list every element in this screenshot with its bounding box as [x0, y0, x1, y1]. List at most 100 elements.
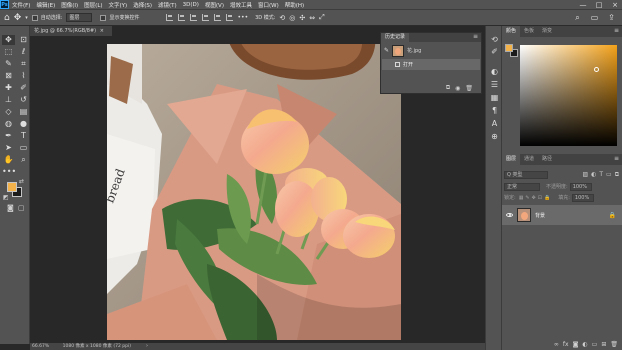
paragraph-icon[interactable]: ¶: [490, 106, 499, 115]
panel-menu-icon[interactable]: ≡: [614, 154, 619, 164]
fill-input[interactable]: 100%: [571, 193, 594, 202]
layer-kind-filter[interactable]: Q 类型: [504, 170, 548, 179]
menu-filter[interactable]: 滤镜(T): [155, 1, 180, 9]
healing-tool-icon[interactable]: ✚: [2, 83, 15, 93]
new-group-icon[interactable]: ▭: [592, 341, 598, 348]
swap-colors-icon[interactable]: ⇄: [19, 178, 24, 185]
smart-object-filter-icon[interactable]: ⧉: [615, 171, 619, 179]
menu-window[interactable]: 窗口(W): [255, 1, 282, 9]
align-center-icon[interactable]: [178, 14, 186, 21]
dodge-tool-icon[interactable]: ●: [17, 119, 30, 129]
camera-snapshot-icon[interactable]: ◉: [455, 85, 460, 92]
adjustment-layer-icon[interactable]: ◐: [582, 341, 587, 348]
history-panel-icon[interactable]: ⟲: [490, 35, 499, 44]
maximize-button[interactable]: □: [592, 0, 606, 9]
glyphs-icon[interactable]: ⊕: [490, 132, 499, 141]
menu-select[interactable]: 选择(S): [130, 1, 155, 9]
character-icon[interactable]: A: [490, 119, 499, 128]
history-brush-tool-icon[interactable]: ↺: [17, 95, 30, 105]
edit-toolbar-icon[interactable]: •••: [2, 167, 16, 177]
eraser-tool-icon[interactable]: ◇: [2, 107, 15, 117]
align-bottom-icon[interactable]: [226, 14, 234, 21]
menu-plugins[interactable]: 增效工具: [227, 1, 255, 9]
lock-icons[interactable]: ▦✎✥⊡🔒: [519, 195, 553, 201]
brush-settings-icon[interactable]: ✐: [490, 47, 499, 56]
color-picker-field[interactable]: [520, 45, 617, 146]
screen-mode-icon[interactable]: ▢: [18, 204, 25, 212]
document-info[interactable]: 1080 像素 x 1080 像素 (72 ppi): [63, 344, 131, 349]
marquee-tool-icon[interactable]: ⬚: [2, 47, 15, 57]
align-middle-icon[interactable]: [214, 14, 222, 21]
new-layer-icon[interactable]: ⊞: [601, 341, 606, 348]
path-select-tool-icon[interactable]: ➤: [2, 143, 15, 153]
adjustments-icon[interactable]: ◐: [490, 67, 499, 76]
align-right-icon[interactable]: [190, 14, 198, 21]
move-tool-icon[interactable]: ✥: [14, 13, 22, 23]
tab-swatches[interactable]: 色板: [520, 26, 538, 37]
trash-icon[interactable]: 🗑: [465, 85, 473, 92]
menu-image[interactable]: 图像(I): [58, 1, 81, 9]
panel-menu-icon[interactable]: ≡: [473, 33, 481, 42]
document-tab[interactable]: 花.jpg @ 66.7%(RGB/8#) ×: [30, 26, 112, 36]
panel-menu-icon[interactable]: ≡: [614, 26, 619, 36]
pen-tool-icon[interactable]: ✒: [2, 131, 15, 141]
libraries-icon[interactable]: ▦: [490, 93, 499, 102]
menu-view[interactable]: 视图(V): [202, 1, 227, 9]
share-icon[interactable]: ⇪: [607, 13, 616, 22]
menu-edit[interactable]: 编辑(E): [33, 1, 58, 9]
show-transform-checkbox[interactable]: [100, 14, 107, 21]
adjustment-filter-icon[interactable]: ◐: [591, 171, 596, 179]
foreground-color-swatch[interactable]: [7, 182, 17, 192]
zoom-tool-icon[interactable]: ⌕: [17, 155, 30, 165]
zoom-level[interactable]: 66.67%: [32, 344, 49, 349]
status-menu-icon[interactable]: ›: [146, 343, 148, 350]
auto-select-checkbox[interactable]: [31, 14, 38, 21]
type-tool-icon[interactable]: T: [17, 131, 30, 141]
document-image[interactable]: bread: [107, 44, 401, 340]
tab-layers[interactable]: 图层: [502, 154, 521, 165]
tab-gradients[interactable]: 渐变: [538, 26, 556, 37]
eyedropper-tool-icon[interactable]: ⌇: [17, 71, 30, 81]
menu-3d[interactable]: 3D(D): [180, 2, 202, 8]
move-tool-icon[interactable]: ✥: [2, 35, 15, 45]
auto-select-dropdown[interactable]: 图层: [66, 13, 93, 22]
hand-tool-icon[interactable]: ✋: [2, 155, 15, 165]
tab-channels[interactable]: 通道: [520, 154, 538, 165]
frame-tool-icon[interactable]: ⊠: [2, 71, 15, 81]
brush-tool-icon[interactable]: ✐: [17, 83, 30, 93]
history-step[interactable]: 打开: [382, 59, 480, 70]
more-options-icon[interactable]: •••: [237, 14, 248, 21]
opacity-input[interactable]: 100%: [569, 182, 592, 191]
home-icon[interactable]: ⌂: [4, 13, 10, 23]
menu-help[interactable]: 帮助(H): [282, 1, 307, 9]
visibility-eye-icon[interactable]: [506, 213, 513, 217]
shape-tool-icon[interactable]: ▭: [17, 143, 30, 153]
link-layers-icon[interactable]: ∞: [554, 341, 559, 348]
3d-scale-icon[interactable]: ⤢: [319, 13, 325, 22]
history-tab[interactable]: 历史记录: [381, 33, 410, 42]
layer-item-background[interactable]: 背景 🔒: [502, 205, 622, 225]
blend-mode-dropdown[interactable]: 正常: [504, 182, 540, 191]
menu-type[interactable]: 文字(Y): [106, 1, 131, 9]
align-top-icon[interactable]: [202, 14, 210, 21]
trash-icon[interactable]: 🗑: [610, 341, 618, 348]
minimize-button[interactable]: —: [576, 0, 590, 9]
gradient-tool-icon[interactable]: ▤: [17, 107, 30, 117]
color-picker-cursor[interactable]: [594, 67, 599, 72]
layer-style-icon[interactable]: fx: [563, 341, 569, 348]
artboard-tool-icon[interactable]: ⊡: [17, 35, 30, 45]
properties-icon[interactable]: ☰: [490, 80, 499, 89]
3d-roll-icon[interactable]: ◎: [289, 14, 295, 22]
history-snapshot[interactable]: ✎ 花.jpg: [381, 42, 481, 59]
quick-select-tool-icon[interactable]: ✎: [2, 59, 15, 69]
default-colors-icon[interactable]: ◩: [3, 194, 9, 201]
align-left-icon[interactable]: [166, 14, 174, 21]
chevron-down-icon[interactable]: ▾: [25, 15, 28, 21]
type-filter-icon[interactable]: T: [599, 171, 603, 179]
3d-drag-icon[interactable]: ✣: [299, 14, 305, 22]
new-document-from-state-icon[interactable]: ⧉: [446, 84, 450, 92]
close-document-icon[interactable]: ×: [100, 28, 104, 34]
add-mask-icon[interactable]: ◙: [573, 341, 579, 348]
close-window-button[interactable]: ×: [608, 0, 622, 9]
quick-mask-icon[interactable]: ◙: [7, 204, 14, 212]
